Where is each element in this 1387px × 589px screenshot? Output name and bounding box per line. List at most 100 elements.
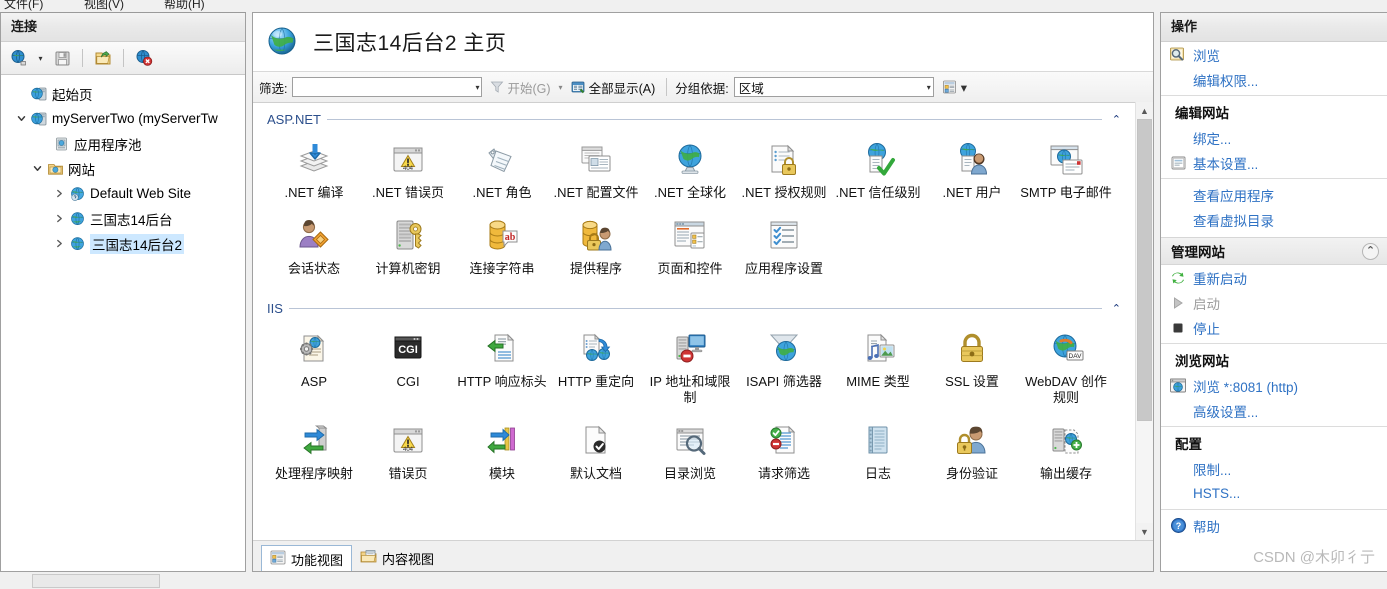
feature-smtp-email[interactable]: SMTP 电子邮件 bbox=[1019, 129, 1113, 205]
connect-to-dropdown-icon[interactable]: ▾ bbox=[36, 47, 45, 69]
feature-request-filtering[interactable]: 请求筛选 bbox=[737, 410, 831, 486]
feature-providers[interactable]: 提供程序 bbox=[549, 205, 643, 281]
tree-expander[interactable] bbox=[13, 111, 29, 127]
feature-net-globalization[interactable]: .NET 全球化 bbox=[643, 129, 737, 205]
action-bindings[interactable]: 绑定... bbox=[1161, 125, 1387, 150]
feature-net-trust-levels[interactable]: .NET 信任级别 bbox=[831, 129, 925, 205]
scrollbar-track[interactable] bbox=[1136, 119, 1153, 523]
svg-text:404: 404 bbox=[403, 447, 414, 453]
feature-output-caching[interactable]: 输出缓存 bbox=[1019, 410, 1113, 486]
tree-expander[interactable] bbox=[51, 211, 67, 227]
scroll-down-arrow-icon[interactable]: ▼ bbox=[1136, 523, 1153, 540]
features-vertical-scrollbar[interactable]: ▲ ▼ bbox=[1135, 102, 1153, 540]
action-browse[interactable]: 浏览 bbox=[1161, 42, 1387, 67]
feature-session-state[interactable]: 会话状态 bbox=[267, 205, 361, 281]
feature-authentication[interactable]: 身份验证 bbox=[925, 410, 1019, 486]
action-restart[interactable]: 重新启动 bbox=[1161, 265, 1387, 290]
feature-error-pages[interactable]: 404 错误页 bbox=[361, 410, 455, 486]
menu-item-help[interactable]: 帮助(H) bbox=[164, 0, 205, 12]
action-browse-site-binding[interactable]: 浏览 *:8081 (http) bbox=[1161, 373, 1387, 398]
tree-node-site-1[interactable]: 三国志14后台 bbox=[7, 206, 245, 231]
menu-item-view[interactable]: 视图(V) bbox=[84, 0, 124, 12]
action-basic-settings[interactable]: 基本设置... bbox=[1161, 150, 1387, 175]
action-help[interactable]: ? 帮助 bbox=[1161, 513, 1387, 538]
action-label: 查看应用程序 bbox=[1193, 188, 1274, 204]
feature-label: 输出缓存 bbox=[1039, 466, 1092, 481]
tree-expander[interactable] bbox=[29, 161, 45, 177]
feature-modules[interactable]: 模块 bbox=[455, 410, 549, 486]
tree-node-default-web-site[interactable]: Default Web Site bbox=[7, 181, 245, 206]
svg-text:DAV: DAV bbox=[1069, 353, 1083, 360]
feature-ssl-settings[interactable]: SSL 设置 bbox=[925, 318, 1019, 410]
go-dropdown-icon[interactable]: ▾ bbox=[559, 83, 563, 92]
filter-input[interactable]: ▾ bbox=[292, 77, 483, 97]
feature-pages-and-controls[interactable]: 页面和控件 bbox=[643, 205, 737, 281]
chevron-up-icon[interactable]: ⌃ bbox=[1362, 242, 1379, 260]
menu-item-file[interactable]: 文件(F) bbox=[4, 0, 43, 12]
group-header-iis[interactable]: IIS ⌃ bbox=[267, 301, 1121, 316]
tree-expander[interactable] bbox=[35, 136, 51, 152]
tree-node-app-pools[interactable]: 应用程序池 bbox=[7, 131, 245, 156]
feature-net-profile[interactable]: .NET 配置文件 bbox=[549, 129, 643, 205]
feature-mime-types[interactable]: MIME 类型 bbox=[831, 318, 925, 410]
feature-cgi[interactable]: CGI CGI bbox=[361, 318, 455, 410]
tree-expander[interactable] bbox=[51, 236, 67, 252]
action-edit-permissions[interactable]: 编辑权限... bbox=[1161, 67, 1387, 92]
feature-handler-mappings[interactable]: 处理程序映射 bbox=[267, 410, 361, 486]
action-view-applications[interactable]: 查看应用程序 bbox=[1161, 182, 1387, 207]
feature-http-response-headers[interactable]: HTTP 响应标头 bbox=[455, 318, 549, 410]
feature-logging[interactable]: 日志 bbox=[831, 410, 925, 486]
feature-label: 会话状态 bbox=[287, 261, 340, 276]
feature-net-users[interactable]: .NET 用户 bbox=[925, 129, 1019, 205]
action-stop[interactable]: 停止 bbox=[1161, 315, 1387, 340]
tree-node-start-page[interactable]: 起始页 bbox=[7, 81, 245, 106]
website-icon bbox=[67, 235, 87, 253]
chevron-down-icon[interactable]: ▾ bbox=[923, 83, 931, 92]
chevron-up-icon[interactable]: ⌃ bbox=[1108, 113, 1121, 126]
action-label: 绑定... bbox=[1193, 131, 1232, 147]
view-mode-button[interactable]: ▾ bbox=[939, 79, 970, 96]
feature-connection-strings[interactable]: ab 连接字符串 bbox=[455, 205, 549, 281]
tree-expander[interactable] bbox=[51, 186, 67, 202]
feature-label: MIME 类型 bbox=[846, 374, 910, 389]
feature-ip-address-domain-restrictions[interactable]: IP 地址和域限制 bbox=[643, 318, 737, 410]
tree-node-site-2-selected[interactable]: 三国志14后台2 bbox=[7, 231, 245, 256]
action-start[interactable]: 启动 bbox=[1161, 290, 1387, 315]
feature-net-compilation[interactable]: .NET 编译 bbox=[267, 129, 361, 205]
tree-node-sites[interactable]: 网站 bbox=[7, 156, 245, 181]
connect-to-icon[interactable] bbox=[5, 45, 33, 71]
action-view-virtual-directories[interactable]: 查看虚拟目录 bbox=[1161, 207, 1387, 232]
feature-application-settings[interactable]: 应用程序设置 bbox=[737, 205, 831, 281]
action-hsts[interactable]: HSTS... bbox=[1161, 481, 1387, 506]
action-advanced-settings[interactable]: 高级设置... bbox=[1161, 398, 1387, 423]
feature-machine-key[interactable]: 计算机密钥 bbox=[361, 205, 455, 281]
feature-net-roles[interactable]: .NET 角色 bbox=[455, 129, 549, 205]
feature-asp[interactable]: ASP bbox=[267, 318, 361, 410]
chevron-down-icon[interactable]: ▾ bbox=[471, 83, 479, 92]
chevron-up-icon[interactable]: ⌃ bbox=[1108, 302, 1121, 315]
tree-expander[interactable] bbox=[13, 86, 29, 102]
go-button[interactable]: 开始(G) bbox=[487, 77, 553, 98]
export-icon[interactable] bbox=[89, 45, 117, 71]
feature-webdav-authoring-rules[interactable]: DAV WebDAV 创作规则 bbox=[1019, 318, 1113, 410]
tab-features-view[interactable]: 功能视图 bbox=[261, 545, 353, 571]
feature-directory-browsing[interactable]: 目录浏览 bbox=[643, 410, 737, 486]
group-by-select[interactable]: 区域 ▾ bbox=[733, 77, 934, 97]
scroll-up-arrow-icon[interactable]: ▲ bbox=[1136, 102, 1153, 119]
action-limits[interactable]: 限制... bbox=[1161, 456, 1387, 481]
feature-net-error-pages[interactable]: 404 .NET 错误页 bbox=[361, 129, 455, 205]
scrollbar-thumb[interactable] bbox=[1137, 119, 1152, 421]
tab-label: 内容视图 bbox=[382, 551, 435, 567]
feature-default-document[interactable]: 默认文档 bbox=[549, 410, 643, 486]
chevron-down-icon[interactable]: ▾ bbox=[961, 80, 967, 95]
group-header-aspnet[interactable]: ASP.NET ⌃ bbox=[267, 112, 1121, 127]
tab-content-view[interactable]: 内容视图 bbox=[352, 545, 442, 571]
show-all-button[interactable]: 全部显示(A) bbox=[568, 77, 659, 98]
feature-isapi-filters[interactable]: ISAPI 筛选器 bbox=[737, 318, 831, 410]
save-icon[interactable] bbox=[48, 45, 76, 71]
app-pool-icon bbox=[51, 135, 71, 153]
tree-node-server[interactable]: myServerTwo (myServerTw bbox=[7, 106, 245, 131]
disconnect-icon[interactable] bbox=[130, 45, 158, 71]
feature-http-redirect[interactable]: HTTP 重定向 bbox=[549, 318, 643, 410]
feature-net-authorization-rules[interactable]: .NET 授权规则 bbox=[737, 129, 831, 205]
